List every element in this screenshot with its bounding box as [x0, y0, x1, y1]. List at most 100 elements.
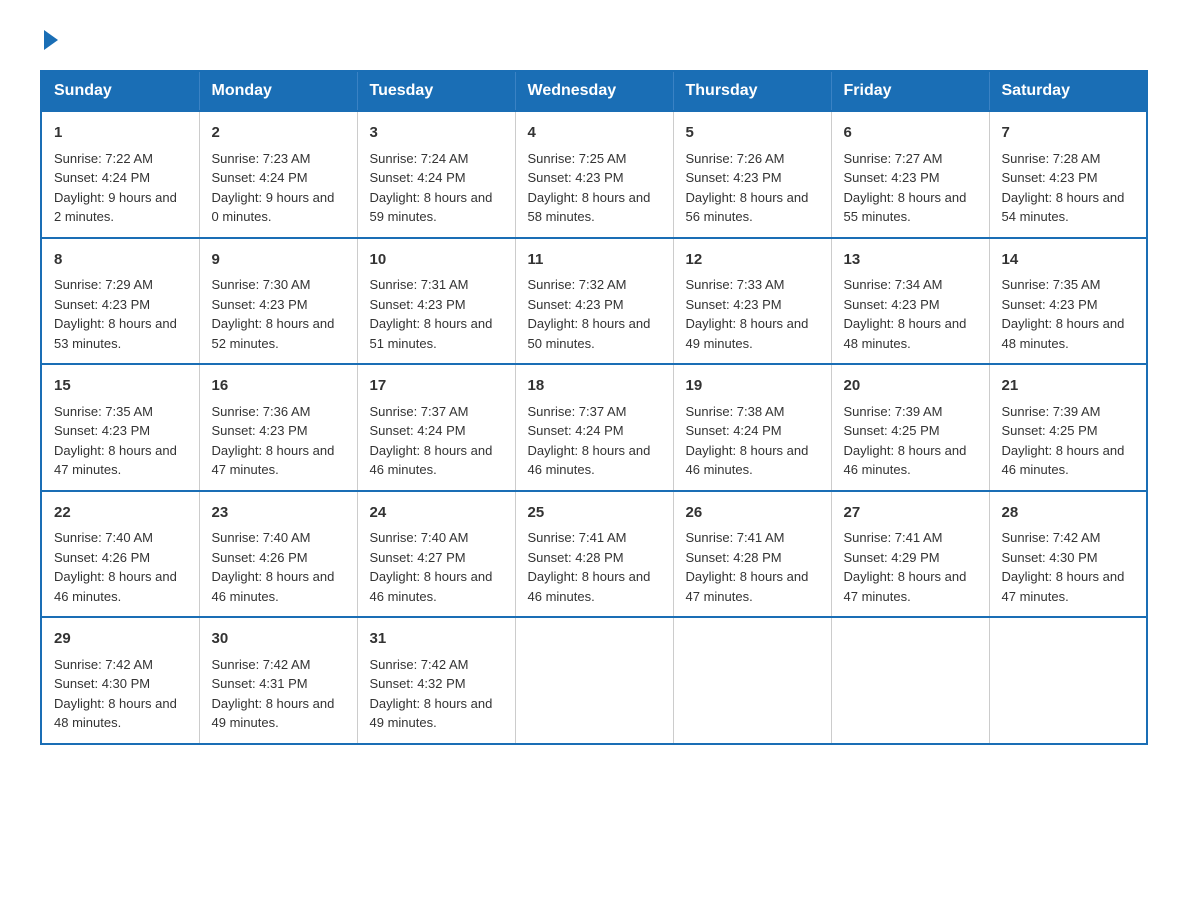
- sunrise-label: Sunrise: 7:27 AM: [844, 151, 943, 166]
- page-header: [40, 30, 1148, 50]
- weekday-header-row: SundayMondayTuesdayWednesdayThursdayFrid…: [41, 71, 1147, 111]
- calendar-day-cell: 20 Sunrise: 7:39 AM Sunset: 4:25 PM Dayl…: [831, 364, 989, 491]
- sunset-label: Sunset: 4:24 PM: [370, 170, 466, 185]
- day-number: 2: [212, 122, 345, 145]
- calendar-day-cell: 13 Sunrise: 7:34 AM Sunset: 4:23 PM Dayl…: [831, 238, 989, 365]
- sunrise-label: Sunrise: 7:35 AM: [54, 404, 153, 419]
- sunset-label: Sunset: 4:26 PM: [54, 550, 150, 565]
- calendar-day-cell: 4 Sunrise: 7:25 AM Sunset: 4:23 PM Dayli…: [515, 111, 673, 238]
- calendar-day-cell: [515, 617, 673, 744]
- calendar-week-row: 29 Sunrise: 7:42 AM Sunset: 4:30 PM Dayl…: [41, 617, 1147, 744]
- day-number: 5: [686, 122, 819, 145]
- sunrise-label: Sunrise: 7:41 AM: [844, 530, 943, 545]
- daylight-label: Daylight: 8 hours and 47 minutes.: [212, 443, 335, 478]
- sunset-label: Sunset: 4:23 PM: [686, 170, 782, 185]
- calendar-table: SundayMondayTuesdayWednesdayThursdayFrid…: [40, 70, 1148, 745]
- sunset-label: Sunset: 4:28 PM: [528, 550, 624, 565]
- sunrise-label: Sunrise: 7:40 AM: [370, 530, 469, 545]
- sunrise-label: Sunrise: 7:42 AM: [370, 657, 469, 672]
- sunset-label: Sunset: 4:23 PM: [54, 297, 150, 312]
- calendar-day-cell: 11 Sunrise: 7:32 AM Sunset: 4:23 PM Dayl…: [515, 238, 673, 365]
- day-number: 3: [370, 122, 503, 145]
- day-number: 9: [212, 249, 345, 272]
- daylight-label: Daylight: 8 hours and 49 minutes.: [370, 696, 493, 731]
- daylight-label: Daylight: 8 hours and 47 minutes.: [54, 443, 177, 478]
- day-number: 10: [370, 249, 503, 272]
- sunset-label: Sunset: 4:29 PM: [844, 550, 940, 565]
- sunset-label: Sunset: 4:23 PM: [1002, 170, 1098, 185]
- daylight-label: Daylight: 8 hours and 48 minutes.: [1002, 316, 1125, 351]
- sunset-label: Sunset: 4:24 PM: [212, 170, 308, 185]
- calendar-day-cell: 27 Sunrise: 7:41 AM Sunset: 4:29 PM Dayl…: [831, 491, 989, 618]
- sunset-label: Sunset: 4:24 PM: [54, 170, 150, 185]
- sunset-label: Sunset: 4:30 PM: [1002, 550, 1098, 565]
- day-number: 20: [844, 375, 977, 398]
- calendar-day-cell: 2 Sunrise: 7:23 AM Sunset: 4:24 PM Dayli…: [199, 111, 357, 238]
- sunrise-label: Sunrise: 7:33 AM: [686, 277, 785, 292]
- sunset-label: Sunset: 4:24 PM: [686, 423, 782, 438]
- calendar-day-cell: 21 Sunrise: 7:39 AM Sunset: 4:25 PM Dayl…: [989, 364, 1147, 491]
- sunset-label: Sunset: 4:30 PM: [54, 676, 150, 691]
- sunset-label: Sunset: 4:23 PM: [528, 170, 624, 185]
- daylight-label: Daylight: 8 hours and 46 minutes.: [54, 569, 177, 604]
- calendar-day-cell: 25 Sunrise: 7:41 AM Sunset: 4:28 PM Dayl…: [515, 491, 673, 618]
- sunrise-label: Sunrise: 7:40 AM: [212, 530, 311, 545]
- calendar-day-cell: [989, 617, 1147, 744]
- sunset-label: Sunset: 4:23 PM: [844, 297, 940, 312]
- calendar-body: 1 Sunrise: 7:22 AM Sunset: 4:24 PM Dayli…: [41, 111, 1147, 744]
- day-number: 4: [528, 122, 661, 145]
- calendar-day-cell: 16 Sunrise: 7:36 AM Sunset: 4:23 PM Dayl…: [199, 364, 357, 491]
- calendar-day-cell: 14 Sunrise: 7:35 AM Sunset: 4:23 PM Dayl…: [989, 238, 1147, 365]
- daylight-label: Daylight: 8 hours and 51 minutes.: [370, 316, 493, 351]
- sunrise-label: Sunrise: 7:35 AM: [1002, 277, 1101, 292]
- calendar-day-cell: 6 Sunrise: 7:27 AM Sunset: 4:23 PM Dayli…: [831, 111, 989, 238]
- day-number: 7: [1002, 122, 1135, 145]
- sunset-label: Sunset: 4:28 PM: [686, 550, 782, 565]
- calendar-day-cell: 3 Sunrise: 7:24 AM Sunset: 4:24 PM Dayli…: [357, 111, 515, 238]
- sunset-label: Sunset: 4:23 PM: [1002, 297, 1098, 312]
- sunset-label: Sunset: 4:27 PM: [370, 550, 466, 565]
- sunset-label: Sunset: 4:23 PM: [370, 297, 466, 312]
- calendar-day-cell: 8 Sunrise: 7:29 AM Sunset: 4:23 PM Dayli…: [41, 238, 199, 365]
- day-number: 18: [528, 375, 661, 398]
- day-number: 6: [844, 122, 977, 145]
- sunrise-label: Sunrise: 7:42 AM: [54, 657, 153, 672]
- sunset-label: Sunset: 4:23 PM: [844, 170, 940, 185]
- calendar-week-row: 15 Sunrise: 7:35 AM Sunset: 4:23 PM Dayl…: [41, 364, 1147, 491]
- calendar-day-cell: 24 Sunrise: 7:40 AM Sunset: 4:27 PM Dayl…: [357, 491, 515, 618]
- sunrise-label: Sunrise: 7:38 AM: [686, 404, 785, 419]
- daylight-label: Daylight: 8 hours and 58 minutes.: [528, 190, 651, 225]
- daylight-label: Daylight: 8 hours and 50 minutes.: [528, 316, 651, 351]
- weekday-header-sunday: Sunday: [41, 71, 199, 111]
- calendar-day-cell: 28 Sunrise: 7:42 AM Sunset: 4:30 PM Dayl…: [989, 491, 1147, 618]
- calendar-day-cell: 10 Sunrise: 7:31 AM Sunset: 4:23 PM Dayl…: [357, 238, 515, 365]
- calendar-header: SundayMondayTuesdayWednesdayThursdayFrid…: [41, 71, 1147, 111]
- daylight-label: Daylight: 8 hours and 47 minutes.: [1002, 569, 1125, 604]
- day-number: 16: [212, 375, 345, 398]
- calendar-day-cell: 5 Sunrise: 7:26 AM Sunset: 4:23 PM Dayli…: [673, 111, 831, 238]
- calendar-day-cell: [831, 617, 989, 744]
- daylight-label: Daylight: 8 hours and 46 minutes.: [370, 569, 493, 604]
- sunrise-label: Sunrise: 7:28 AM: [1002, 151, 1101, 166]
- day-number: 29: [54, 628, 187, 651]
- daylight-label: Daylight: 9 hours and 0 minutes.: [212, 190, 335, 225]
- daylight-label: Daylight: 8 hours and 53 minutes.: [54, 316, 177, 351]
- day-number: 14: [1002, 249, 1135, 272]
- calendar-day-cell: 1 Sunrise: 7:22 AM Sunset: 4:24 PM Dayli…: [41, 111, 199, 238]
- sunrise-label: Sunrise: 7:32 AM: [528, 277, 627, 292]
- daylight-label: Daylight: 8 hours and 49 minutes.: [212, 696, 335, 731]
- day-number: 8: [54, 249, 187, 272]
- calendar-day-cell: 19 Sunrise: 7:38 AM Sunset: 4:24 PM Dayl…: [673, 364, 831, 491]
- calendar-day-cell: 22 Sunrise: 7:40 AM Sunset: 4:26 PM Dayl…: [41, 491, 199, 618]
- weekday-header-tuesday: Tuesday: [357, 71, 515, 111]
- sunset-label: Sunset: 4:25 PM: [1002, 423, 1098, 438]
- day-number: 12: [686, 249, 819, 272]
- sunrise-label: Sunrise: 7:26 AM: [686, 151, 785, 166]
- sunrise-label: Sunrise: 7:31 AM: [370, 277, 469, 292]
- sunrise-label: Sunrise: 7:42 AM: [212, 657, 311, 672]
- day-number: 17: [370, 375, 503, 398]
- sunset-label: Sunset: 4:23 PM: [212, 423, 308, 438]
- day-number: 30: [212, 628, 345, 651]
- sunrise-label: Sunrise: 7:41 AM: [686, 530, 785, 545]
- daylight-label: Daylight: 8 hours and 59 minutes.: [370, 190, 493, 225]
